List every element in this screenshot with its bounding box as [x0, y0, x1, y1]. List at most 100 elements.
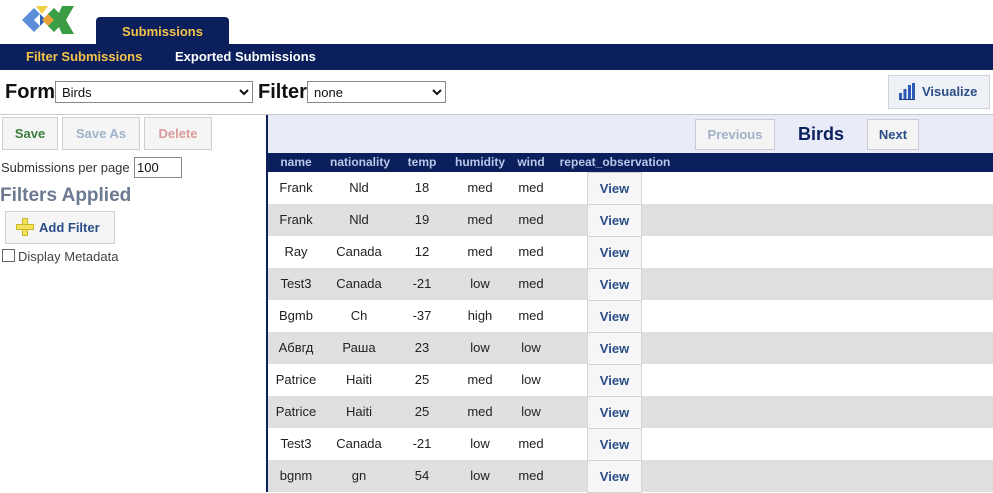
previous-button[interactable]: Previous — [695, 119, 775, 150]
per-page-label: Submissions per page — [1, 160, 130, 175]
column-header-repeat-observation[interactable]: repeat_observation — [556, 153, 674, 172]
delete-button[interactable]: Delete — [144, 117, 212, 150]
form-select[interactable]: Birds — [55, 81, 253, 103]
cell-wind: med — [518, 436, 544, 451]
cell-nationality: Haiti — [345, 372, 372, 387]
view-button[interactable]: View — [587, 204, 642, 237]
cell-nationality: Nld — [349, 180, 369, 195]
view-button[interactable]: View — [587, 396, 642, 429]
odk-logo-icon — [22, 6, 74, 34]
cell-temp: -21 — [412, 276, 432, 291]
sub-navigation: Filter Submissions Exported Submissions — [0, 44, 993, 70]
cell-name: Patrice — [275, 404, 317, 419]
display-metadata-label: Display Metadata — [18, 249, 119, 264]
per-page-input[interactable] — [134, 157, 182, 178]
cell-wind: med — [518, 276, 544, 291]
plus-icon — [16, 218, 34, 236]
cell-name: bgnm — [279, 468, 313, 483]
cell-name: Bgmb — [279, 308, 313, 323]
cell-temp: -21 — [412, 436, 432, 451]
nav-exported-submissions[interactable]: Exported Submissions — [175, 44, 316, 70]
form-filter-row: Form Birds Filter none Visualize — [0, 70, 993, 115]
column-header-wind[interactable]: wind — [514, 153, 548, 172]
cell-nationality: Canada — [336, 436, 382, 451]
filter-select[interactable]: none — [307, 81, 446, 103]
left-panel: Save Save As Delete Submissions per page… — [0, 115, 266, 492]
add-filter-label: Add Filter — [39, 220, 100, 235]
table-row: Frank Nld 18 med med View — [268, 172, 993, 205]
view-button[interactable]: View — [587, 332, 642, 365]
nav-filter-submissions[interactable]: Filter Submissions — [26, 44, 142, 70]
save-as-button[interactable]: Save As — [62, 117, 140, 150]
table-row: Test3 Canada -21 low med View — [268, 268, 993, 301]
cell-name: Frank — [279, 180, 313, 195]
column-header-temp[interactable]: temp — [402, 153, 442, 172]
table-header: name nationality temp humidity wind repe… — [268, 153, 993, 172]
cell-temp: 12 — [414, 244, 430, 259]
submissions-table-body: Frank Nld 18 med med View Frank Nld 19 m… — [268, 172, 993, 493]
view-button[interactable]: View — [587, 268, 642, 301]
filter-label: Filter — [258, 81, 307, 103]
cell-humidity: med — [467, 372, 493, 387]
cell-temp: 25 — [414, 372, 430, 387]
view-button[interactable]: View — [587, 428, 642, 461]
cell-wind: med — [518, 212, 544, 227]
bar-chart-icon — [899, 83, 915, 100]
cell-humidity: med — [467, 244, 493, 259]
add-filter-button[interactable]: Add Filter — [5, 211, 115, 244]
visualize-button[interactable]: Visualize — [888, 75, 990, 109]
cell-wind: med — [518, 468, 544, 483]
cell-nationality: gn — [351, 468, 367, 483]
visualize-label: Visualize — [922, 84, 978, 99]
cell-wind: med — [518, 180, 544, 195]
cell-nationality: Haiti — [345, 404, 372, 419]
view-button[interactable]: View — [587, 300, 642, 333]
cell-temp: 25 — [414, 404, 430, 419]
cell-temp: 54 — [414, 468, 430, 483]
view-button[interactable]: View — [587, 460, 642, 493]
metadata-checkbox[interactable] — [2, 249, 15, 262]
cell-name: Test3 — [280, 436, 312, 451]
submissions-panel: Previous Birds Next name nationality tem… — [268, 115, 993, 493]
cell-name: Patrice — [275, 372, 317, 387]
cell-nationality: Canada — [336, 276, 382, 291]
cell-temp: 19 — [414, 212, 430, 227]
cell-name: Абвгд — [278, 340, 314, 355]
cell-humidity: med — [467, 212, 493, 227]
cell-humidity: low — [470, 436, 490, 451]
cell-wind: low — [521, 340, 541, 355]
column-header-nationality[interactable]: nationality — [324, 153, 396, 172]
cell-humidity: high — [467, 308, 493, 323]
cell-humidity: low — [470, 468, 490, 483]
cell-nationality: Ch — [350, 308, 368, 323]
cell-nationality: Canada — [336, 244, 382, 259]
form-label: Form — [5, 81, 55, 103]
cell-temp: 23 — [414, 340, 430, 355]
view-button[interactable]: View — [587, 172, 642, 205]
cell-name: Test3 — [280, 276, 312, 291]
cell-wind: med — [518, 244, 544, 259]
save-button[interactable]: Save — [2, 117, 58, 150]
display-metadata-toggle[interactable]: Display Metadata — [2, 249, 118, 264]
view-button[interactable]: View — [587, 236, 642, 269]
cell-temp: -37 — [412, 308, 432, 323]
cell-temp: 18 — [414, 180, 430, 195]
column-header-name[interactable]: name — [274, 153, 318, 172]
cell-wind: low — [521, 372, 541, 387]
pager-bar: Previous Birds Next — [268, 115, 993, 153]
form-title: Birds — [798, 124, 845, 144]
top-header: Submissions — [0, 0, 993, 44]
column-header-humidity[interactable]: humidity — [451, 153, 509, 172]
table-row: Test3 Canada -21 low med View — [268, 428, 993, 461]
next-button[interactable]: Next — [867, 119, 919, 150]
cell-humidity: med — [467, 180, 493, 195]
table-row: Ray Canada 12 med med View — [268, 236, 993, 269]
view-button[interactable]: View — [587, 364, 642, 397]
table-row: Patrice Haiti 25 med low View — [268, 396, 993, 429]
tab-submissions[interactable]: Submissions — [96, 17, 229, 44]
table-row: Patrice Haiti 25 med low View — [268, 364, 993, 397]
cell-wind: med — [518, 308, 544, 323]
cell-nationality: Nld — [349, 212, 369, 227]
cell-nationality: Раша — [342, 340, 376, 355]
cell-name: Frank — [279, 212, 313, 227]
